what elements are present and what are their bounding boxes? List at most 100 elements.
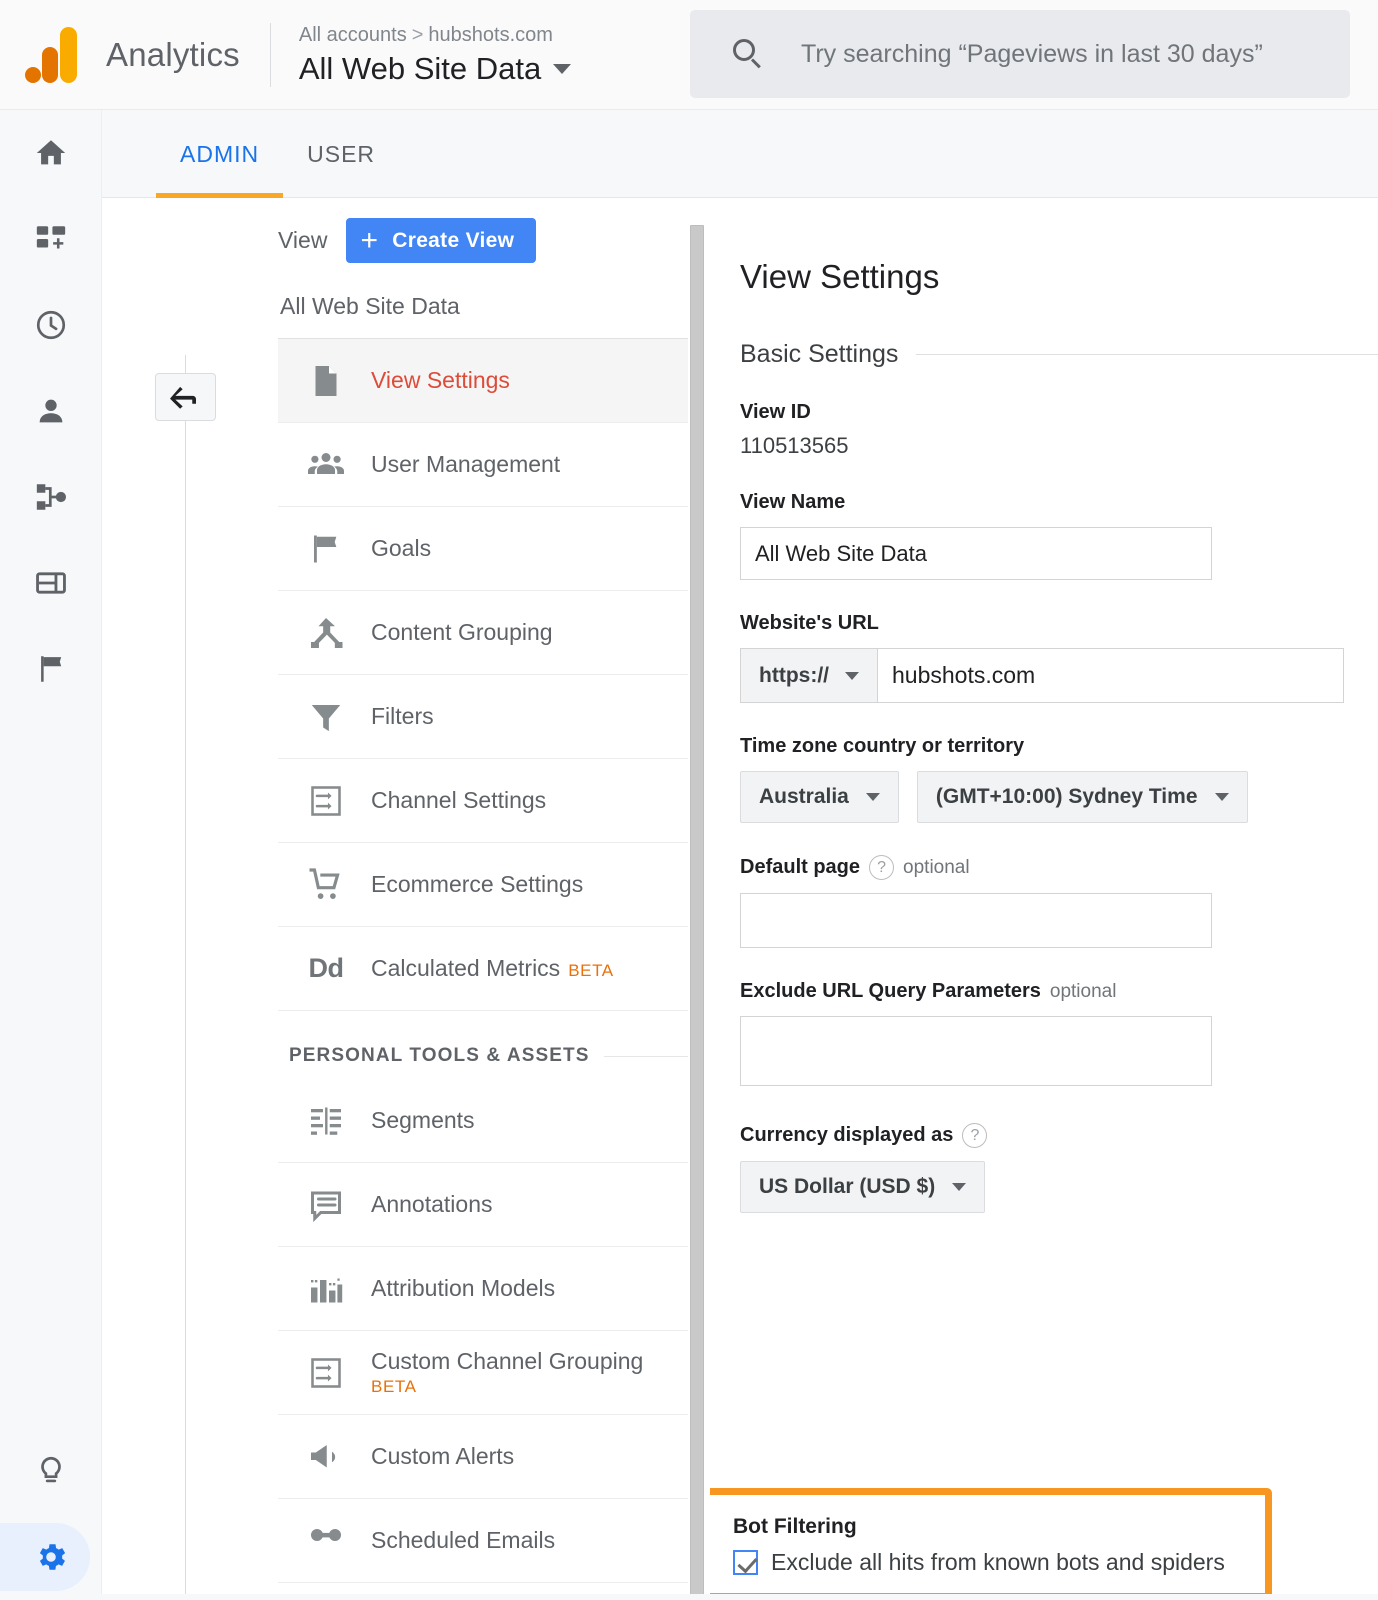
breadcrumb-account[interactable]: All accounts <box>299 24 407 46</box>
menu-item-custom-channel-grouping[interactable]: Custom Channel Grouping BETA <box>278 1331 688 1415</box>
view-name-input[interactable] <box>740 527 1212 580</box>
menu-label: Calculated Metrics BETA <box>371 954 614 981</box>
megaphone-icon <box>305 1437 347 1477</box>
search-bar[interactable] <box>690 10 1350 98</box>
menu-item-custom-alerts[interactable]: Custom Alerts <box>278 1415 688 1499</box>
account-selector[interactable]: All accounts > hubshots.com All Web Site D… <box>299 22 572 87</box>
tab-admin[interactable]: ADMIN <box>156 110 284 198</box>
menu-item-channel-settings[interactable]: Channel Settings <box>278 759 688 843</box>
clock-icon <box>36 310 66 340</box>
lightbulb-icon <box>41 1456 61 1483</box>
menu-label: Scheduled Emails <box>371 1526 556 1553</box>
menu-label: Attribution Models <box>371 1274 556 1301</box>
exclude-query-textarea[interactable] <box>740 1016 1212 1086</box>
bot-filtering-title: Bot Filtering <box>733 1515 857 1538</box>
default-page-input[interactable] <box>740 893 1212 948</box>
chevron-down-icon[interactable] <box>553 64 572 74</box>
search-input[interactable] <box>801 39 1350 69</box>
timezone-zone-value: (GMT+10:00) Sydney Time <box>935 785 1198 808</box>
breadcrumb-separator-icon: > <box>411 24 424 46</box>
shopping-cart-icon <box>305 865 347 905</box>
menu-item-segments[interactable]: Segments <box>278 1079 688 1163</box>
search-icon <box>733 39 763 69</box>
menu-label: Ecommerce Settings <box>371 870 584 897</box>
logo-bar-tall <box>60 26 77 83</box>
chevron-down-icon <box>844 671 859 680</box>
create-view-button[interactable]: + Create View <box>346 218 537 263</box>
help-icon[interactable]: ? <box>962 1123 988 1148</box>
timezone-country-value: Australia <box>759 785 849 808</box>
menu-label: Annotations <box>371 1190 493 1217</box>
optional-tag: optional <box>1049 980 1117 1002</box>
customization-icon <box>36 226 66 249</box>
view-title-row[interactable]: All Web Site Data <box>299 51 572 87</box>
dd-icon: Dd <box>308 953 345 983</box>
home-icon <box>36 140 66 165</box>
bot-filtering-checkbox[interactable] <box>733 1550 758 1575</box>
menu-label: User Management <box>371 450 561 477</box>
section-title: PERSONAL TOOLS & ASSETS <box>289 1045 590 1066</box>
top-header-bar: Analytics All accounts > hubshots.com All … <box>0 0 1378 110</box>
rail-item-home[interactable] <box>0 110 102 196</box>
beta-badge: BETA <box>568 960 614 980</box>
content-grouping-icon <box>305 613 347 653</box>
panel-scrollbar[interactable] <box>690 225 704 1595</box>
person-icon <box>39 399 63 423</box>
rail-item-audience[interactable] <box>0 368 102 454</box>
view-name-label: View Name <box>740 491 846 513</box>
menu-item-filters[interactable]: Filters <box>278 675 688 759</box>
rail-item-discover[interactable] <box>0 1428 102 1514</box>
website-url-row: https:// <box>740 648 1378 703</box>
help-icon[interactable]: ? <box>869 855 895 880</box>
exclude-query-label: Exclude URL Query Parameters optional <box>740 980 1117 1002</box>
channel-settings-icon <box>305 1353 347 1393</box>
view-id-label: View ID <box>740 401 811 423</box>
rail-item-realtime[interactable] <box>0 282 102 368</box>
timezone-row: Australia (GMT+10:00) Sydney Time <box>740 771 1378 823</box>
current-view-name: All Web Site Data <box>278 263 688 339</box>
page-title: View Settings <box>740 258 940 295</box>
vertical-rule <box>185 355 186 1600</box>
bar-chart-icon <box>305 1269 347 1309</box>
menu-item-goals[interactable]: Goals <box>278 507 688 591</box>
menu-item-view-settings[interactable]: View Settings <box>278 339 688 423</box>
chevron-down-icon <box>865 793 880 801</box>
rail-item-conversions[interactable] <box>0 626 102 712</box>
website-host-input[interactable] <box>878 648 1344 703</box>
menu-label: Goals <box>371 534 432 561</box>
view-menu-column: View + Create View All Web Site Data Vie… <box>278 198 688 1600</box>
logo-bar-mid <box>42 46 58 83</box>
header-divider <box>269 22 271 87</box>
menu-item-ecommerce-settings[interactable]: Ecommerce Settings <box>278 843 688 927</box>
analytics-logo-wrap[interactable] <box>0 26 102 83</box>
bot-filtering-row[interactable]: Exclude all hits from known bots and spi… <box>733 1549 1265 1576</box>
rail-item-customization[interactable] <box>0 196 102 282</box>
menu-item-user-management[interactable]: User Management <box>278 423 688 507</box>
chevron-down-icon <box>952 1183 967 1191</box>
share-nodes-icon <box>36 484 67 510</box>
logo-dot <box>25 66 41 83</box>
rail-item-behavior[interactable] <box>0 540 102 626</box>
menu-item-attribution-models[interactable]: Attribution Models <box>278 1247 688 1331</box>
timezone-zone-select[interactable]: (GMT+10:00) Sydney Time <box>916 771 1248 823</box>
rail-item-admin[interactable] <box>0 1514 102 1600</box>
default-page-label: Default page ? optional <box>740 855 970 880</box>
menu-item-scheduled-emails[interactable]: Scheduled Emails <box>278 1499 688 1583</box>
bot-filtering-highlight: Bot Filtering Exclude all hits from know… <box>710 1488 1272 1600</box>
tab-user[interactable]: USER <box>283 110 399 198</box>
menu-label: Custom Channel Grouping BETA <box>371 1347 644 1397</box>
chevron-down-icon <box>1214 793 1229 801</box>
menu-label: Segments <box>371 1106 475 1133</box>
breadcrumb-property[interactable]: hubshots.com <box>428 24 553 46</box>
menu-item-annotations[interactable]: Annotations <box>278 1163 688 1247</box>
menu-item-calculated-metrics[interactable]: Dd Calculated Metrics BETA <box>278 927 688 1011</box>
left-nav-rail <box>0 110 102 1600</box>
rail-item-acquisition[interactable] <box>0 454 102 540</box>
section-personal-tools: PERSONAL TOOLS & ASSETS <box>278 1011 688 1079</box>
menu-item-content-grouping[interactable]: Content Grouping <box>278 591 688 675</box>
currency-select[interactable]: US Dollar (USD $) <box>740 1161 986 1213</box>
tab-strip: ADMIN USER <box>102 110 1378 198</box>
timezone-country-select[interactable]: Australia <box>740 771 899 823</box>
back-button[interactable] <box>155 373 216 421</box>
protocol-select[interactable]: https:// <box>740 648 878 703</box>
